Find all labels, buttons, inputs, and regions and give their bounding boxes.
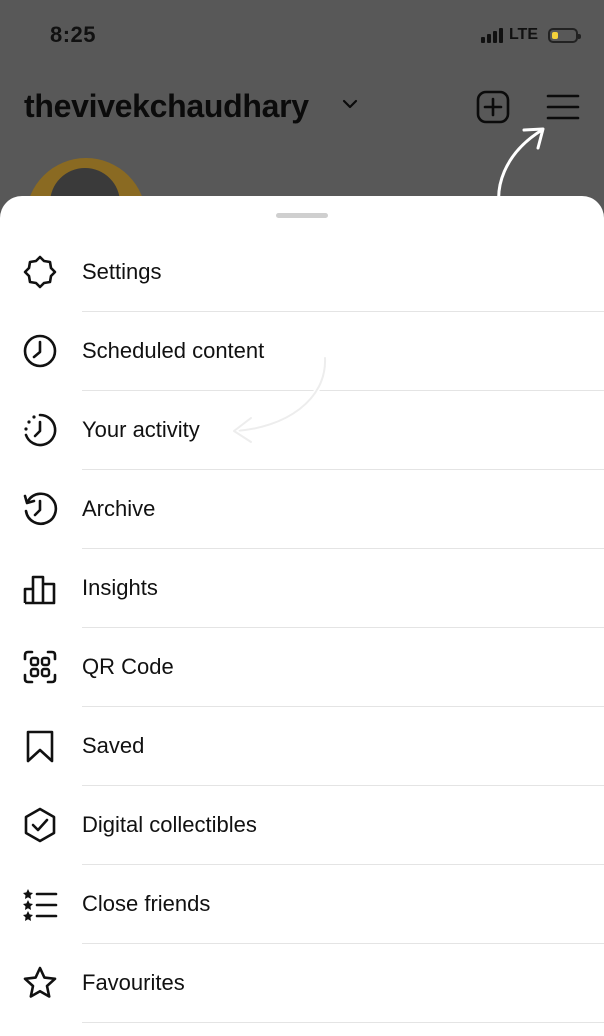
menu-item-digital-collectibles[interactable]: Digital collectibles [0,786,604,865]
signal-icon [480,27,503,43]
status-indicators: LTE [480,26,581,44]
bookmark-icon [26,730,54,763]
battery-icon [548,27,581,43]
qr-code-icon [23,650,57,684]
menu-item-qr-code[interactable]: QR Code [0,628,604,707]
sheet-grabber[interactable] [276,213,328,218]
divider [82,1022,604,1023]
status-time: 8:25 [50,22,97,47]
menu-item-label: Close friends [82,891,211,916]
insights-icon [23,575,56,605]
menu-item-archive[interactable]: Archive [0,470,604,549]
username[interactable]: thevivekchaudhary [24,88,309,125]
star-icon [23,966,57,998]
chevron-down-icon[interactable] [342,98,358,110]
activity-icon [24,413,57,447]
close-friends-icon [23,889,58,921]
collectibles-icon [24,807,56,843]
menu-sheet: Settings Scheduled content Your activity [0,196,604,1036]
menu-item-label: Settings [82,259,162,284]
menu-item-label: QR Code [82,654,174,679]
menu-item-label: Digital collectibles [82,812,257,837]
menu-item-saved[interactable]: Saved [0,707,604,786]
menu-item-favourites[interactable]: Favourites [0,944,604,1023]
menu-item-label: Archive [82,496,156,521]
menu-item-close-friends[interactable]: Close friends [0,865,604,944]
status-bar: 8:25 LTE [0,0,604,70]
arrow-annotation-icon [231,355,328,445]
menu-item-insights[interactable]: Insights [0,549,604,628]
clock-icon [23,334,57,368]
menu-item-label: Your activity [82,417,200,442]
menu-item-settings[interactable]: Settings [0,233,604,312]
settings-icon [23,255,57,289]
menu-item-label: Saved [82,733,145,758]
archive-icon [23,492,58,526]
menu-item-label: Insights [82,575,158,600]
menu-item-label: Favourites [82,970,185,995]
network-label: LTE [508,26,538,43]
